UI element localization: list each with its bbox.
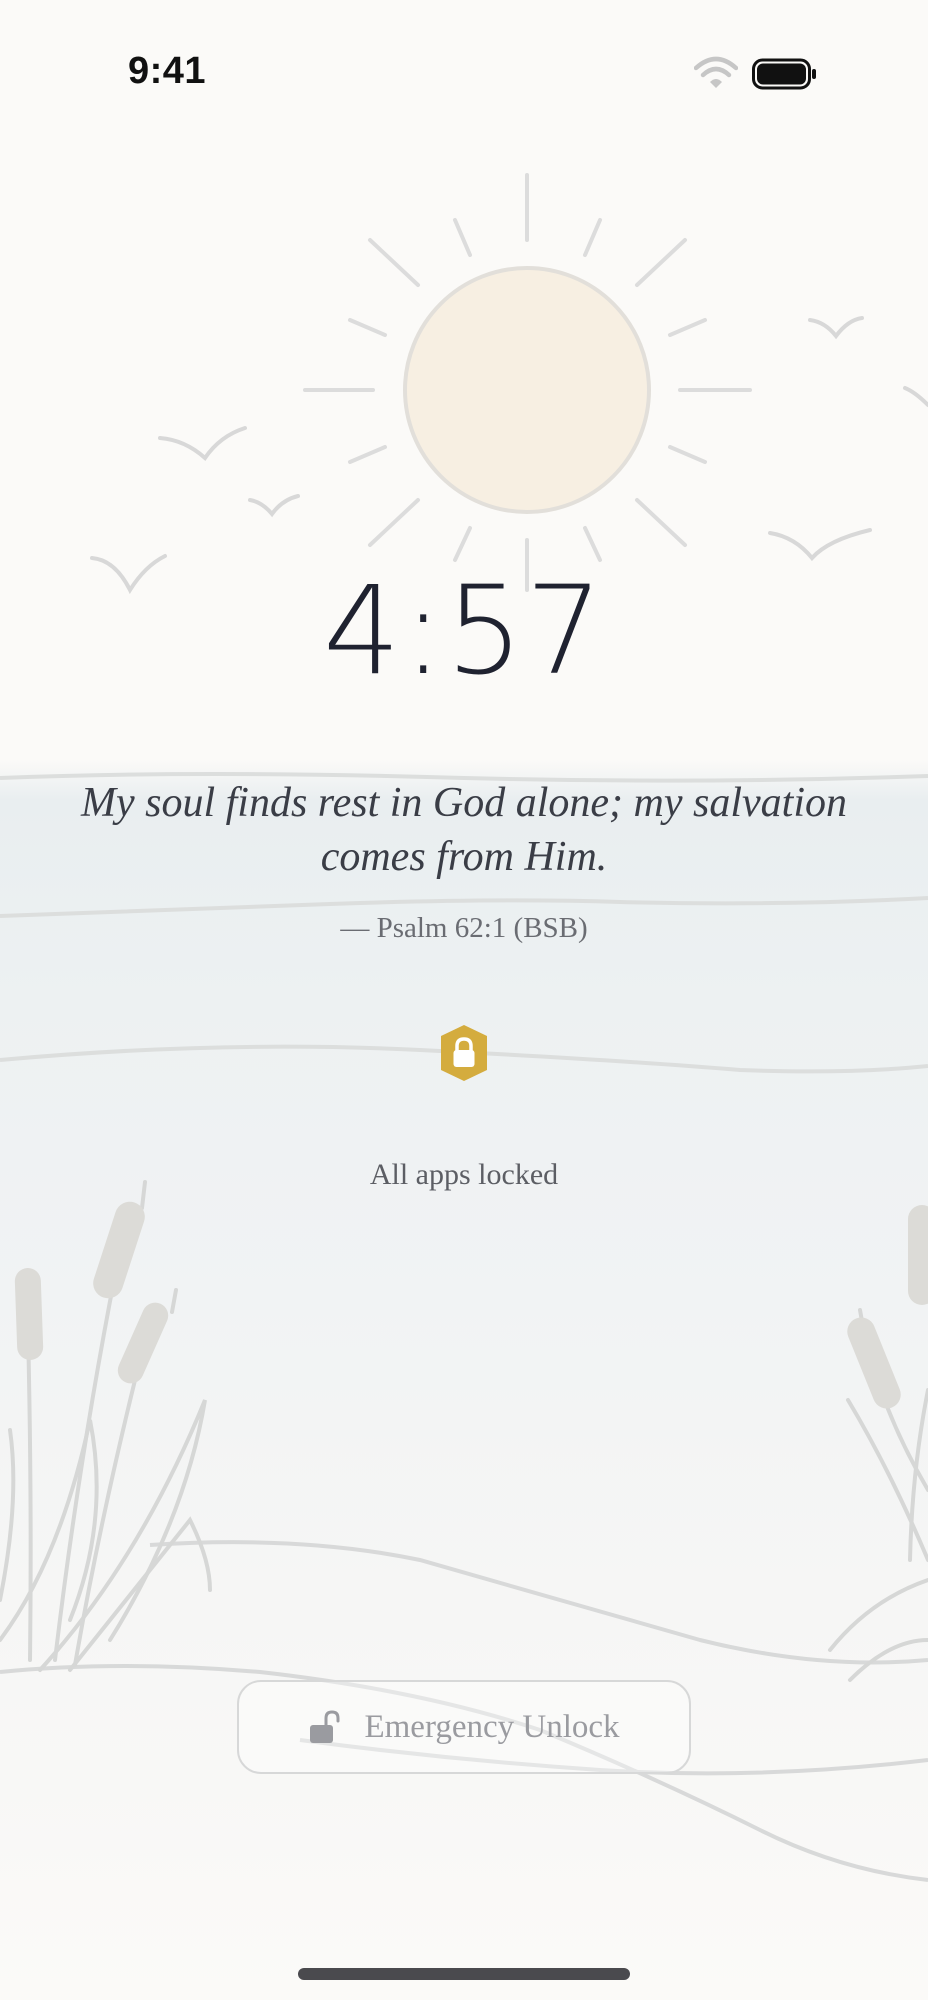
cattail-heads-left xyxy=(14,1201,169,1384)
verse-reference: — Psalm 62:1 (BSB) xyxy=(340,912,588,944)
emergency-unlock-button[interactable]: Emergency Unlock xyxy=(237,1680,691,1774)
lock-countdown-timer: 4:57 xyxy=(323,560,605,702)
battery-icon xyxy=(752,58,816,90)
cattail-heads-right xyxy=(847,1205,928,1409)
home-indicator[interactable] xyxy=(298,1968,630,1980)
sun-illustration xyxy=(303,173,752,592)
verse-text: My soul finds rest in God alone; my salv… xyxy=(80,780,848,880)
shield-lock-icon xyxy=(441,1025,487,1081)
wifi-icon xyxy=(694,56,738,88)
emergency-unlock-label: Emergency Unlock xyxy=(364,1708,620,1745)
lock-status-text: All apps locked xyxy=(369,1158,559,1191)
unlock-icon xyxy=(310,1710,340,1743)
lock-screen: 9:41 4:57 My soul finds rest in God alon… xyxy=(0,0,928,2000)
status-bar-time: 9:41 xyxy=(128,50,207,92)
